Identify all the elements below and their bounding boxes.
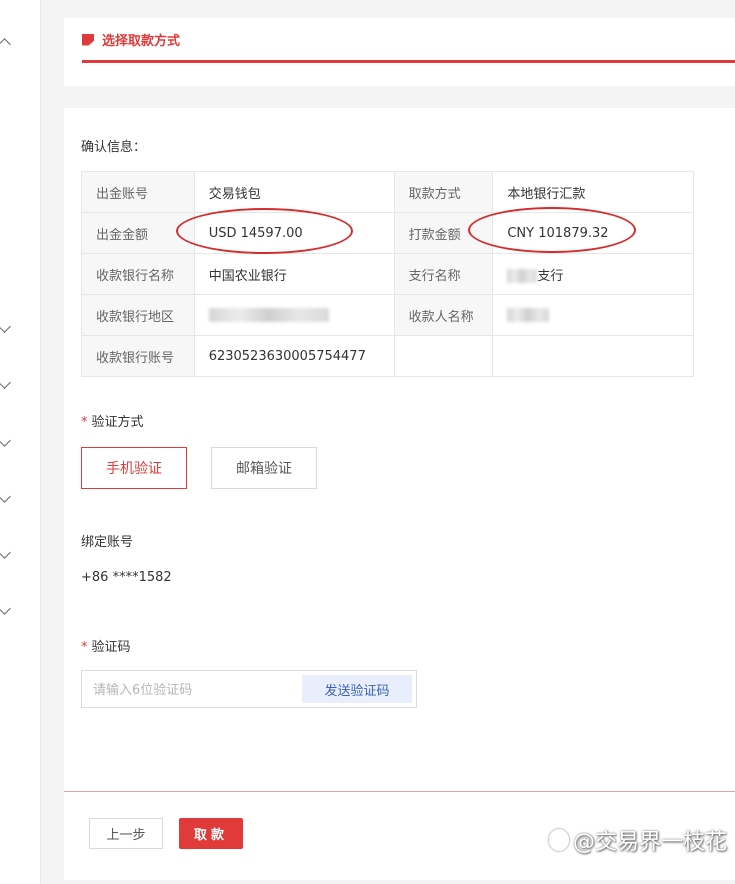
withdraw-amount: USD 14597.00 <box>193 212 395 254</box>
required-mark: * <box>81 415 88 430</box>
code-label: * 验证码 <box>81 636 131 655</box>
footer-divider <box>64 791 735 792</box>
send-code-button[interactable]: 发送验证码 <box>302 675 412 703</box>
branch-name-text: 支行 <box>537 268 564 284</box>
table-key: 打款金额 <box>393 212 494 254</box>
payee-name-value <box>492 294 694 336</box>
table-key: 支行名称 <box>393 253 494 295</box>
flag-icon <box>82 33 94 46</box>
watermark-logo-icon <box>548 829 569 851</box>
verify-label: * 验证方式 <box>81 411 144 430</box>
table-row: 收款银行名称 中国农业银行 支行名称 支行 <box>81 253 694 295</box>
verify-label-text: 验证方式 <box>91 415 144 430</box>
verification-code-input[interactable] <box>82 671 315 709</box>
watermark: @交易界一枝花 <box>548 824 727 856</box>
table-key: 收款银行账号 <box>81 335 195 377</box>
chevron-down-icon[interactable] <box>0 376 11 389</box>
table-row: 出金金额 USD 14597.00 打款金额 CNY 101879.32 <box>81 212 694 254</box>
phone-verify-button[interactable]: 手机验证 <box>81 447 187 489</box>
table-row: 出金账号 交易钱包 取款方式 本地银行汇款 <box>81 171 694 213</box>
required-mark: * <box>81 640 88 655</box>
chevron-down-icon[interactable] <box>0 490 11 503</box>
prev-step-button[interactable]: 上一步 <box>89 818 163 849</box>
table-key: 收款银行地区 <box>81 294 195 336</box>
table-empty <box>393 335 494 377</box>
chevron-down-icon[interactable] <box>0 434 11 447</box>
bound-account-value: +86 ****1582 <box>81 570 172 585</box>
withdraw-button[interactable]: 取款 <box>179 818 243 849</box>
left-sidebar <box>0 0 41 884</box>
bank-region-value <box>193 294 395 336</box>
table-key: 出金金额 <box>81 212 195 254</box>
table-key: 出金账号 <box>81 171 195 213</box>
confirm-table: 出金账号 交易钱包 取款方式 本地银行汇款 出金金额 USD 14597.00 … <box>81 171 694 377</box>
title-underline <box>82 60 735 63</box>
bound-account-label: 绑定账号 <box>81 535 134 550</box>
chevron-up-icon[interactable] <box>0 38 11 51</box>
code-field: 发送验证码 <box>81 670 417 709</box>
watermark-text: @交易界一枝花 <box>572 830 727 855</box>
code-label-text: 验证码 <box>91 640 131 655</box>
table-value: 交易钱包 <box>193 171 395 213</box>
branch-name-value: 支行 <box>492 253 694 295</box>
redacted-block <box>507 308 550 322</box>
table-key: 收款人名称 <box>393 294 494 336</box>
payout-amount: CNY 101879.32 <box>492 212 694 254</box>
chevron-down-icon[interactable] <box>0 320 11 333</box>
table-value: 中国农业银行 <box>193 253 395 295</box>
main-panel: 确认信息： 出金账号 交易钱包 取款方式 本地银行汇款 出金金额 USD 145… <box>64 108 735 880</box>
redacted-block <box>507 269 538 283</box>
table-empty <box>492 335 694 377</box>
table-row: 收款银行地区 收款人名称 <box>81 294 694 336</box>
table-value: 6230523630005754477 <box>193 335 395 377</box>
table-value: 本地银行汇款 <box>492 171 694 213</box>
redacted-block <box>208 308 329 322</box>
confirm-label: 确认信息： <box>81 140 147 155</box>
chevron-down-icon[interactable] <box>0 546 11 559</box>
chevron-down-icon[interactable] <box>0 602 11 615</box>
table-key: 取款方式 <box>393 171 494 213</box>
section-title: 选择取款方式 <box>82 30 180 49</box>
section-title-text: 选择取款方式 <box>102 34 181 49</box>
table-row: 收款银行账号 6230523630005754477 <box>81 335 694 377</box>
header-panel: 选择取款方式 <box>64 18 735 86</box>
table-key: 收款银行名称 <box>81 253 195 295</box>
email-verify-button[interactable]: 邮箱验证 <box>211 447 317 489</box>
